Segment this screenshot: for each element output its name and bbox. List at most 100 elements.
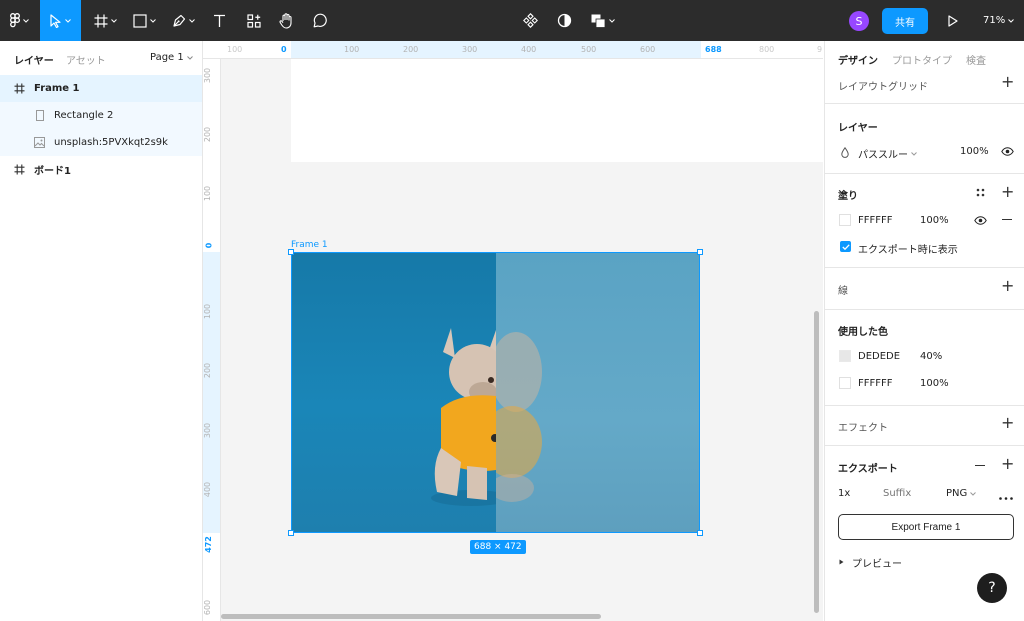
fill-styles-icon[interactable] <box>976 188 985 200</box>
remove-fill-button[interactable] <box>1002 219 1012 220</box>
used-color-swatch[interactable] <box>839 350 851 362</box>
component-button[interactable] <box>518 0 542 41</box>
frame-label[interactable]: Frame 1 <box>291 240 328 250</box>
hand-tool-button[interactable] <box>274 0 298 41</box>
tab-inspect[interactable]: 検査 <box>966 52 986 67</box>
blend-mode-value: パススルー <box>858 150 908 161</box>
zoom-level: 71% <box>983 15 1006 26</box>
ruler-horizontal: 100 0 100 200 300 400 500 600 688 800 9 <box>203 41 823 59</box>
comment-tool-button[interactable] <box>308 0 332 41</box>
divider <box>825 103 1024 104</box>
layer-rectangle-2[interactable]: Rectangle 2 <box>0 102 202 129</box>
tab-design[interactable]: デザイン <box>838 52 878 67</box>
shape-tool-button[interactable] <box>127 0 161 41</box>
export-scale-input[interactable]: 1x <box>838 488 850 499</box>
left-panel-tabs: レイヤー アセット Page 1 <box>0 41 203 75</box>
layer-label: unsplash:5PVXkqt2s9k <box>54 137 168 148</box>
layer-frame-1[interactable]: Frame 1 <box>0 75 202 102</box>
dimension-badge: 688 × 472 <box>470 540 526 554</box>
frame-1-image[interactable] <box>291 252 700 533</box>
ruler-tick: 100 <box>227 45 243 54</box>
export-frame-button[interactable]: Export Frame 1 <box>838 514 1014 540</box>
show-in-exports-label: エクスポート時に表示 <box>858 245 958 256</box>
share-button[interactable]: 共有 <box>882 8 928 34</box>
layers-panel: レイヤー アセット Page 1 Frame 1 Rectangle 2 uns… <box>0 41 203 621</box>
ruler-tick: 300 <box>203 67 213 84</box>
design-panel: デザイン プロトタイプ 検査 レイアウトグリッド + レイヤー パススルー 10… <box>824 41 1024 621</box>
image-sharp-half <box>291 252 511 533</box>
main-menu-button[interactable] <box>0 0 38 41</box>
divider <box>825 267 1024 268</box>
layer-label: Frame 1 <box>34 83 80 94</box>
layer-board-1[interactable]: ボード1 <box>0 156 202 183</box>
help-button[interactable]: ? <box>977 573 1007 603</box>
layer-opacity-input[interactable]: 100% <box>960 146 989 157</box>
used-color-swatch[interactable] <box>839 377 851 389</box>
text-tool-button[interactable] <box>207 0 231 41</box>
export-section-title: エクスポート <box>838 464 898 475</box>
ruler-tick: 9 <box>817 45 823 54</box>
preview-toggle[interactable]: プレビュー <box>839 555 902 570</box>
export-more-options-icon[interactable] <box>999 492 1013 503</box>
used-color-opacity: 100% <box>920 378 949 389</box>
show-in-exports-checkbox[interactable] <box>840 241 851 252</box>
resources-button[interactable] <box>242 0 266 41</box>
move-tool-button[interactable] <box>40 0 81 41</box>
layer-unsplash-image[interactable]: unsplash:5PVXkqt2s9k <box>0 129 202 156</box>
vertical-scrollbar[interactable] <box>814 311 819 613</box>
tab-layers[interactable]: レイヤー <box>14 52 54 67</box>
divider <box>825 309 1024 310</box>
frame-icon <box>14 83 25 94</box>
shape-tool-icon <box>132 13 147 28</box>
resize-handle-bottom-right[interactable] <box>697 530 703 536</box>
user-avatar[interactable]: S <box>849 11 869 31</box>
add-fill-button[interactable]: + <box>1001 184 1014 200</box>
ruler-tick: 300 <box>462 45 478 54</box>
chevron-down-icon <box>110 18 117 23</box>
tab-prototype[interactable]: プロトタイプ <box>892 52 952 67</box>
horizontal-scrollbar[interactable] <box>221 614 601 619</box>
fill-visibility-eye-icon[interactable] <box>974 216 987 228</box>
effects-section-title: エフェクト <box>838 423 888 434</box>
used-color-hex: DEDEDE <box>858 351 901 362</box>
boolean-button[interactable] <box>586 0 620 41</box>
fill-hex-input[interactable]: FFFFFF <box>858 215 893 226</box>
move-tool-icon <box>50 13 62 28</box>
blend-mode-dropdown[interactable]: パススルー <box>858 146 917 161</box>
page-dropdown[interactable]: Page 1 <box>150 52 193 63</box>
chevron-down-icon <box>149 18 156 23</box>
export-suffix-input[interactable] <box>883 485 933 501</box>
ruler-tick: 100 <box>203 303 213 320</box>
resize-handle-top-right[interactable] <box>697 249 703 255</box>
fill-opacity-input[interactable]: 100% <box>920 215 949 226</box>
board-frame[interactable] <box>291 59 823 162</box>
frame-tool-button[interactable] <box>88 0 122 41</box>
resize-handle-top-left[interactable] <box>288 249 294 255</box>
visibility-eye-icon[interactable] <box>1001 147 1014 159</box>
used-color-opacity: 40% <box>920 351 943 362</box>
frame-icon <box>14 164 25 175</box>
add-export-button[interactable]: + <box>1001 456 1014 472</box>
add-layout-grid-button[interactable]: + <box>1001 74 1014 90</box>
hand-tool-icon <box>278 12 294 29</box>
stroke-section-title: 線 <box>838 286 848 297</box>
ruler-vertical: 300 200 100 0 100 200 300 400 472 600 <box>203 59 221 621</box>
tab-assets[interactable]: アセット <box>66 52 106 67</box>
resize-handle-bottom-left[interactable] <box>288 530 294 536</box>
add-stroke-button[interactable]: + <box>1001 278 1014 294</box>
add-effect-button[interactable]: + <box>1001 415 1014 431</box>
ruler-tick: 100 <box>203 185 213 202</box>
present-button[interactable] <box>942 0 964 41</box>
export-format-dropdown[interactable]: PNG <box>946 488 977 499</box>
mask-contrast-button[interactable] <box>552 0 576 41</box>
fill-section-title: 塗り <box>838 191 858 202</box>
fill-color-swatch[interactable] <box>839 214 851 226</box>
pen-tool-button[interactable] <box>166 0 200 41</box>
remove-export-button[interactable] <box>975 465 985 466</box>
zoom-dropdown[interactable]: 71% <box>983 0 1015 41</box>
triangle-right-icon <box>839 557 844 568</box>
divider <box>825 405 1024 406</box>
ruler-tick: 200 <box>403 45 419 54</box>
export-format-value: PNG <box>946 488 968 499</box>
layer-section-title: レイヤー <box>838 123 878 134</box>
